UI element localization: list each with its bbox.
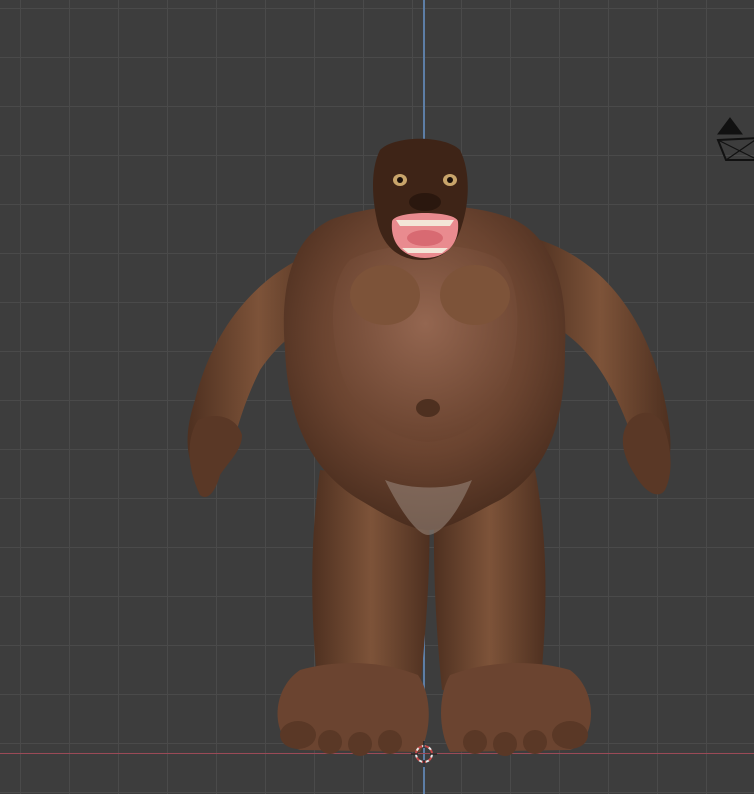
left-pec: [350, 265, 420, 325]
navel: [416, 399, 440, 417]
left-foot: [277, 663, 429, 756]
right-foot: [441, 663, 591, 756]
camera-icon[interactable]: [714, 116, 754, 166]
right-pec: [440, 265, 510, 325]
3d-cursor-icon[interactable]: [411, 741, 437, 767]
3d-viewport[interactable]: [0, 0, 754, 794]
left-hand: [189, 415, 242, 498]
nose: [409, 193, 441, 211]
gorilla-model[interactable]: [170, 130, 700, 770]
